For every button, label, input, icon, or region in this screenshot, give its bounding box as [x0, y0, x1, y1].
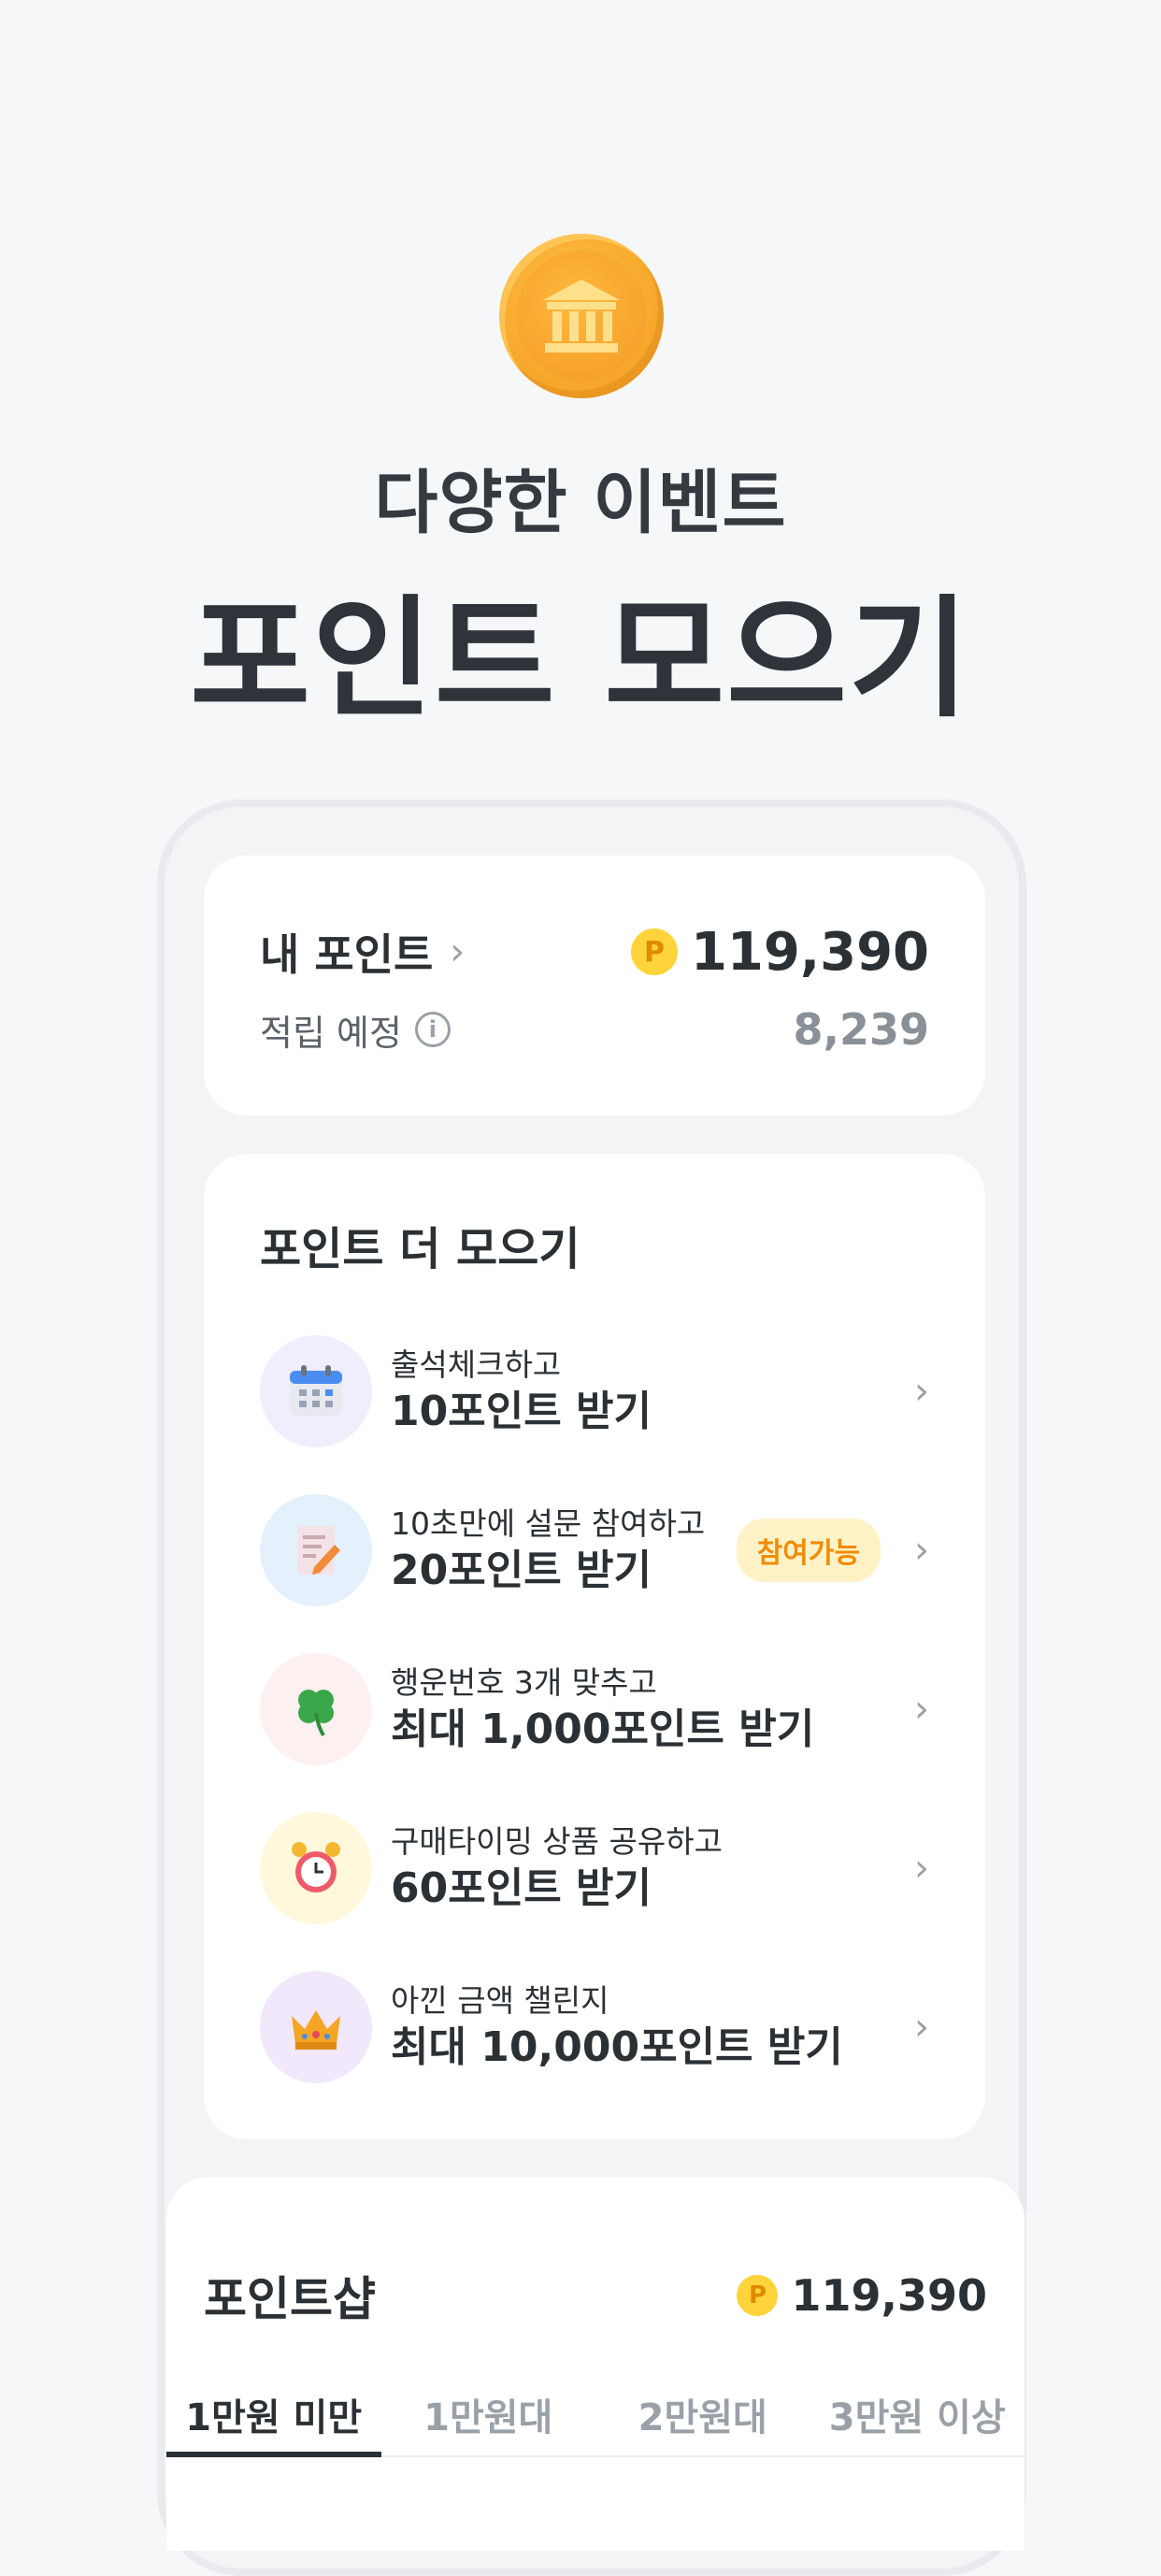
tab-10k[interactable]: 1만원대	[381, 2381, 596, 2455]
event-sub: 아낀 금액 챌린지	[391, 1982, 609, 2019]
point-shop-panel: 포인트샵 P 119,390 1만원 미만 1만원대 2만원대 3만원 이상	[166, 2177, 1025, 2551]
tab-under-10k[interactable]: 1만원 미만	[166, 2381, 381, 2457]
point-shop-title: 포인트샵	[204, 2272, 376, 2326]
price-tabs: 1만원 미만 1만원대 2만원대 3만원 이상	[166, 2381, 1025, 2457]
event-sub: 구매타이밍 상품 공유하고	[391, 1823, 723, 1860]
event-sub: 출석체크하고	[391, 1346, 562, 1383]
chevron-right-icon: ›	[914, 1688, 929, 1731]
event-item-survey[interactable]: 10초만에 설문 참여하고 20포인트 받기 참여가능 ›	[260, 1492, 929, 1608]
event-item-share[interactable]: 구매타이밍 상품 공유하고 60포인트 받기 ›	[260, 1810, 929, 1926]
point-coin-icon: P	[630, 928, 678, 975]
my-points-value: 119,390	[690, 921, 929, 983]
event-sub: 10초만에 설문 참여하고	[391, 1505, 706, 1542]
clover-icon	[260, 1653, 372, 1765]
event-main: 10포인트 받기	[391, 1388, 652, 1435]
pending-label: 적립 예정	[260, 1012, 402, 1054]
event-main: 60포인트 받기	[391, 1864, 652, 1912]
shop-points-value: 119,390	[791, 2270, 987, 2321]
chevron-right-icon: ›	[914, 1847, 929, 1890]
chevron-right-icon: ›	[914, 1529, 929, 1572]
my-points-label: 내 포인트	[260, 929, 434, 980]
chevron-right-icon: ›	[450, 930, 466, 973]
chevron-right-icon: ›	[914, 2006, 929, 2049]
event-main: 최대 1,000포인트 받기	[391, 1705, 815, 1753]
available-badge: 참여가능	[736, 1518, 881, 1582]
my-points-link[interactable]: 내 포인트 ›	[260, 921, 465, 983]
event-item-lucky-number[interactable]: 행운번호 3개 맞추고 최대 1,000포인트 받기 ›	[260, 1651, 929, 1767]
chevron-right-icon: ›	[914, 1370, 929, 1413]
tab-20k[interactable]: 2만원대	[595, 2381, 810, 2455]
more-points-card: 포인트 더 모으기 출석체크하고 10포인트 받기 › 10초만에 설문 참여하…	[204, 1154, 985, 2139]
crown-icon	[260, 1971, 372, 2083]
event-main: 최대 10,000포인트 받기	[391, 2023, 843, 2071]
calendar-icon	[260, 1335, 372, 1447]
point-coin-icon: P	[737, 2275, 779, 2316]
tab-30k-plus[interactable]: 3만원 이상	[810, 2381, 1025, 2455]
event-sub: 행운번호 3개 맞추고	[391, 1664, 657, 1701]
more-points-title: 포인트 더 모으기	[260, 1223, 580, 1275]
pending-value: 8,239	[793, 1004, 929, 1055]
bank-coin-icon	[499, 234, 664, 398]
my-points-amount: P 119,390	[630, 921, 929, 983]
alarm-clock-icon	[260, 1812, 372, 1924]
info-icon[interactable]: i	[414, 1012, 451, 1047]
my-points-card: 내 포인트 › P 119,390 적립 예정 i 8,239	[204, 856, 985, 1115]
bank-icon	[543, 280, 620, 353]
hero-title: 포인트 모으기	[190, 583, 971, 736]
event-item-challenge[interactable]: 아낀 금액 챌린지 최대 10,000포인트 받기 ›	[260, 1969, 929, 2085]
hero-subtitle: 다양한 이벤트	[374, 463, 787, 543]
event-main: 20포인트 받기	[391, 1547, 652, 1594]
memo-icon	[260, 1494, 372, 1606]
shop-points-amount: P 119,390	[737, 2270, 987, 2321]
event-item-attendance[interactable]: 출석체크하고 10포인트 받기 ›	[260, 1333, 929, 1449]
